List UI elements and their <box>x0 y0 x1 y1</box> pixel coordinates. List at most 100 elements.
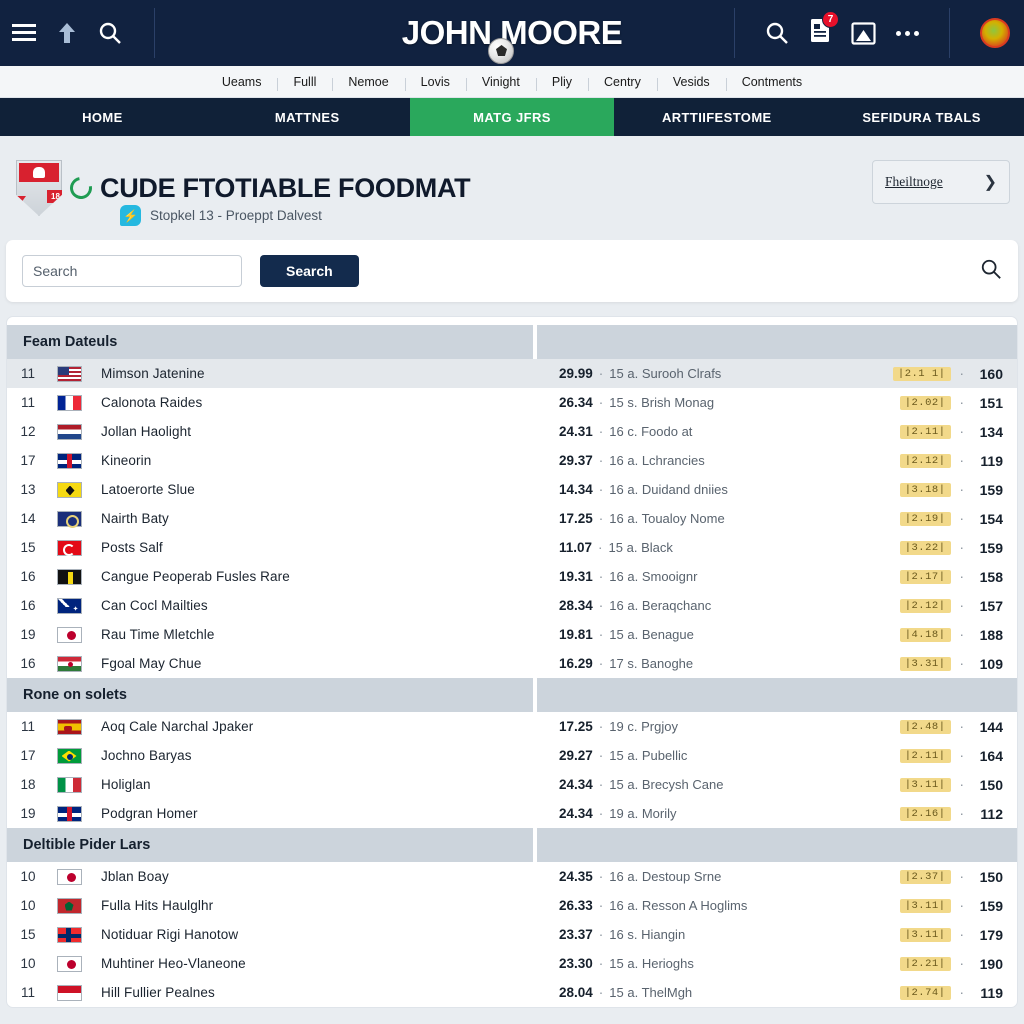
row-stats: |2.37| · 150 <box>871 869 1017 885</box>
section-header-label: Deltible Pider Lars <box>7 828 537 862</box>
row-detail-number: 17.25 <box>559 511 593 526</box>
table-row[interactable]: 10 Fulla Hits Haulglhr 26.33 · 16 a. Resson … <box>7 891 1017 920</box>
fixtures-button[interactable]: Fheiltnoge ❯ <box>872 160 1010 204</box>
row-name: Podgran Homer <box>101 806 198 821</box>
row-stats: |2.12| · 119 <box>871 453 1017 469</box>
row-chip: |3.18| <box>899 482 951 497</box>
row-stats: |2.11| · 164 <box>871 748 1017 764</box>
table-row[interactable]: 16 Fgoal May Chue 16.29 · 17 s. Banoghe |3.31… <box>7 649 1017 678</box>
team-crest-icon: 18 <box>16 160 62 216</box>
secondary-nav: Ueams Fulll Nemoe Lovis Vinight Pliy Cen… <box>0 66 1024 98</box>
row-stats: |2.1 1| · 160 <box>871 366 1017 382</box>
section-header-right <box>537 828 1017 862</box>
subnav-item-7[interactable]: Vesids <box>656 75 726 91</box>
search-icon[interactable] <box>98 21 122 45</box>
title-block: CUDE FTOTIABLE FOODMAT <box>65 173 471 204</box>
row-rank: 11 <box>20 395 35 410</box>
separator-dot: · <box>959 482 965 497</box>
separator-dot: · <box>598 569 604 584</box>
subnav-item-6[interactable]: Centry <box>588 75 657 91</box>
table-row[interactable]: 18 Holiglan 24.34 · 15 a. Brecysh Cane |3.11|… <box>7 770 1017 799</box>
row-rank: 10 <box>20 898 36 913</box>
separator-dot: · <box>598 453 604 468</box>
refresh-icon[interactable] <box>65 172 97 204</box>
flag-japan-icon <box>56 868 82 885</box>
separator-dot: · <box>959 869 965 884</box>
row-rank: 13 <box>20 482 36 497</box>
table-row[interactable]: 10 Jblan Boay 24.35 · 16 a. Destoup Srne |2.3… <box>7 862 1017 891</box>
row-score: 119 <box>980 984 1003 1001</box>
separator-dot: · <box>959 569 965 584</box>
table-row[interactable]: 10 Muhtiner Heo-Vlaneone 23.30 · 15 a. Herio… <box>7 949 1017 978</box>
document-icon[interactable]: 7 <box>809 11 839 48</box>
table-row[interactable]: 15 Notiduar Rigi Hanotow 23.37 · 16 s. Hiang… <box>7 920 1017 949</box>
row-detail: 29.37 · 16 a. Lchrancies <box>541 453 871 468</box>
separator-dot: · <box>598 956 604 971</box>
row-flag-cell <box>49 897 89 914</box>
table-row[interactable]: 19 Rau Time Mletchle 19.81 · 15 a. Benague |4… <box>7 620 1017 649</box>
table-row[interactable]: 11 Mimson Jatenine 29.99 · 15 a. Surooh Clra… <box>7 359 1017 388</box>
table-row[interactable]: 16 Cangue Peoperab Fusles Rare 19.31 · 16 a.… <box>7 562 1017 591</box>
flag-morocco-icon <box>56 897 82 914</box>
subnav-item-3[interactable]: Lovis <box>404 75 466 91</box>
search-button[interactable]: Search <box>260 255 359 287</box>
row-stats: |2.19| · 154 <box>871 511 1017 527</box>
flag-blue-emblem-icon <box>56 510 82 528</box>
divider <box>734 8 735 58</box>
row-flag-cell <box>49 655 89 672</box>
separator-dot: · <box>598 656 604 671</box>
row-rank: 17 <box>20 453 36 468</box>
row-name: Mimson Jatenine <box>101 366 205 381</box>
table-row[interactable]: 11 Calonota Raides 26.34 · 15 s. Brish Monag… <box>7 388 1017 417</box>
section-header: Feam Dateuls <box>7 325 1017 359</box>
avatar[interactable] <box>980 18 1010 48</box>
subnav-item-0[interactable]: Ueams <box>206 75 278 89</box>
row-stats: |2.02| · 151 <box>871 395 1017 411</box>
flag-netherlands-icon <box>56 423 82 440</box>
subnav-item-4[interactable]: Vinight <box>465 75 536 91</box>
row-stats: |2.16| · 112 <box>871 806 1017 822</box>
table-row[interactable]: 17 Jochno Baryas 29.27 · 15 a. Pubellic |2.11… <box>7 741 1017 770</box>
row-chip: |2.12| <box>899 453 951 468</box>
table-row[interactable]: 17 Kineorin 29.37 · 16 a. Lchrancies |2.12| · 1… <box>7 446 1017 475</box>
arrow-up-icon[interactable] <box>58 22 76 44</box>
table-row[interactable]: 15 Posts Salf 11.07 · 15 a. Black |3.22| · 159 <box>7 533 1017 562</box>
separator-dot: · <box>598 927 604 942</box>
flag-japan-icon <box>56 626 82 643</box>
table-row[interactable]: 11 Hill Fullier Pealnes 28.04 · 15 a. ThelMg… <box>7 978 1017 1007</box>
nav-tab-sefidura-tbals[interactable]: SEFIDURA TBALS <box>819 98 1024 136</box>
row-flag-cell <box>49 776 89 793</box>
separator-dot: · <box>598 806 604 821</box>
hamburger-menu-icon[interactable] <box>12 24 36 42</box>
nav-tab-matg-jfrs[interactable]: MATG JFRS <box>409 98 615 136</box>
table-row[interactable]: 14 Nairth Baty 17.25 · 16 a. Toualoy Nome |2.… <box>7 504 1017 533</box>
table-row[interactable]: 11 Aoq Cale Narchal Jpaker 17.25 · 19 c. Prg… <box>7 712 1017 741</box>
table-row[interactable]: 12 Jollan Haolight 24.31 · 16 c. Foodo at |2.… <box>7 417 1017 446</box>
nav-tab-home[interactable]: HOME <box>0 98 205 136</box>
standings-card: Feam Dateuls 11 Mimson Jatenine 29.99 · 15 a.… <box>6 316 1018 1008</box>
row-detail: 16.29 · 17 s. Banoghe <box>541 656 871 671</box>
search-input[interactable] <box>22 255 242 287</box>
search-icon[interactable] <box>765 21 789 45</box>
table-row[interactable]: 13 Latoerorte Slue 14.34 · 16 a. Duidand dni… <box>7 475 1017 504</box>
search-icon[interactable] <box>980 258 1002 285</box>
row-flag-cell <box>49 926 89 943</box>
row-detail-text: 15 a. Herioghs <box>609 956 694 971</box>
nav-tab-mattnes[interactable]: MATTNES <box>205 98 410 136</box>
subnav-item-1[interactable]: Fulll <box>277 75 332 91</box>
nav-tab-arttiifestome[interactable]: ARTTIIFESTOME <box>614 98 819 136</box>
flag-brunei-icon <box>56 568 82 585</box>
subnav-item-2[interactable]: Nemoe <box>332 75 404 91</box>
subnav-item-8[interactable]: Contments <box>725 75 818 91</box>
flag-turkey-icon <box>56 539 82 556</box>
table-row[interactable]: 19 Podgran Homer 24.34 · 19 a. Morily |2.16| ·… <box>7 799 1017 828</box>
row-flag-cell <box>49 955 89 972</box>
image-icon[interactable] <box>851 21 876 45</box>
separator-dot: · <box>959 540 965 555</box>
more-options-icon[interactable] <box>896 30 919 36</box>
flag-indonesia-icon <box>56 984 82 1001</box>
subnav-item-5[interactable]: Pliy <box>535 75 588 91</box>
row-chip: |2.02| <box>899 395 951 410</box>
table-row[interactable]: 16 Can Cocl Mailties 28.34 · 16 a. Beraqchan… <box>7 591 1017 620</box>
row-rank: 11 <box>20 366 35 381</box>
